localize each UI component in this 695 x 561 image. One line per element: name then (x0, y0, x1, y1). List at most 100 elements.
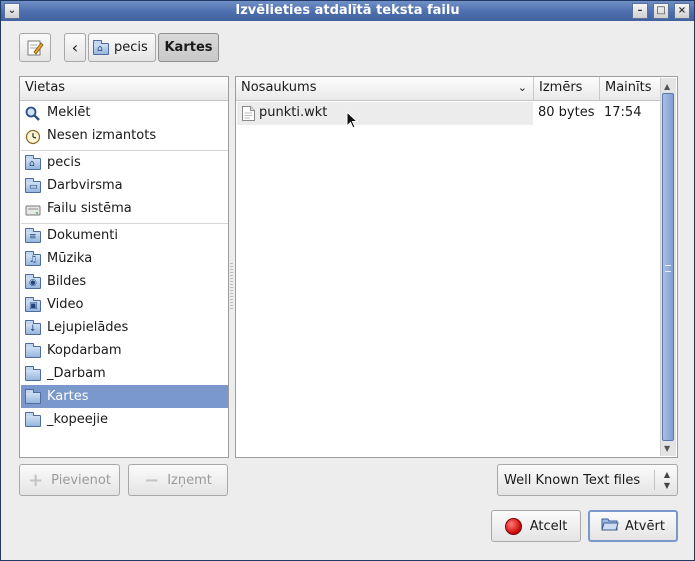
places-item-label: Bildes (47, 274, 87, 289)
places-item-label: Nesen izmantots (47, 128, 157, 143)
file-list: Nosaukums ⌄ Izmērs Mainīts punkti.wkt 80… (235, 76, 678, 458)
downloads-folder-icon: ↓ (25, 319, 41, 335)
column-header-name-label: Nosaukums (241, 80, 317, 95)
file-list-scrollbar[interactable]: ▲ ▼ (660, 78, 676, 456)
column-header-size[interactable]: Izmērs (534, 77, 600, 101)
places-header-label: Vietas (25, 80, 66, 95)
places-item-recent[interactable]: Nesen izmantots (21, 124, 228, 147)
places-item-video[interactable]: ▣ Video (21, 293, 228, 316)
places-item-home[interactable]: ⌂ pecis (21, 151, 228, 174)
column-header-modified-label: Mainīts (605, 80, 652, 95)
text-file-icon (242, 106, 255, 125)
documents-folder-icon: ≡ (25, 227, 41, 243)
places-item-music[interactable]: ♫ Mūzika (21, 247, 228, 270)
cancel-icon (504, 517, 522, 535)
chevron-down-icon: ⌄ (517, 81, 527, 94)
places-item-label: Meklēt (47, 105, 91, 120)
cancel-button[interactable]: Atcelt (491, 510, 581, 542)
window-menu-button[interactable]: ⌄ (4, 3, 20, 19)
places-item-bookmark[interactable]: Kopdarbam (21, 339, 228, 362)
places-item-label: _kopeejie (47, 412, 108, 427)
open-folder-icon (601, 516, 619, 536)
open-button-label: Atvērt (625, 518, 665, 534)
file-name-cell: punkti.wkt (237, 102, 533, 125)
places-item-label: _Darbam (47, 366, 106, 381)
places-sidebar: Vietas Meklēt Nesen izmantots ⌂ pecis ▭ … (19, 76, 229, 458)
path-button-home[interactable]: ⌂ pecis (88, 33, 156, 62)
places-item-documents[interactable]: ≡ Dokumenti (21, 224, 228, 247)
places-item-label: Darbvirsma (47, 178, 123, 193)
folder-icon (25, 365, 41, 381)
close-button[interactable]: × (674, 3, 690, 19)
places-item-downloads[interactable]: ↓ Lejupielādes (21, 316, 228, 339)
scroll-down-arrow-icon[interactable]: ▼ (664, 444, 670, 453)
places-item-bookmark[interactable]: _Darbam (21, 362, 228, 385)
mouse-pointer-icon (346, 111, 358, 129)
music-folder-icon: ♫ (25, 250, 41, 266)
folder-icon (25, 388, 41, 404)
path-back-button[interactable]: ‹ (64, 33, 86, 62)
column-header-size-label: Izmērs (539, 80, 583, 95)
open-button[interactable]: Atvērt (588, 510, 678, 542)
home-folder-icon: ⌂ (25, 154, 41, 170)
places-item-filesystem[interactable]: Failu sistēma (21, 197, 228, 220)
title-bar[interactable]: ⌄ Izvēlieties atdalītā teksta failu – □ … (1, 1, 694, 21)
pictures-folder-icon: ◉ (25, 273, 41, 289)
video-folder-icon: ▣ (25, 296, 41, 312)
places-item-bookmark[interactable]: _kopeejie (21, 408, 228, 431)
places-item-label: Kartes (47, 389, 89, 404)
minus-icon: − (144, 469, 160, 491)
places-item-label: Kopdarbam (47, 343, 122, 358)
chevron-left-icon: ‹ (71, 38, 79, 57)
file-filter-value: Well Known Text files (504, 472, 641, 488)
column-header-name[interactable]: Nosaukums ⌄ (236, 77, 534, 101)
places-item-label: Mūzika (47, 251, 93, 266)
table-row[interactable]: punkti.wkt 80 bytes 17:54 (237, 102, 662, 125)
file-filter-select[interactable]: Well Known Text files ▲ ▼ (497, 464, 678, 496)
clock-icon (25, 129, 41, 144)
places-item-selected[interactable]: Kartes (21, 385, 228, 408)
edit-pencil-icon (27, 40, 44, 55)
home-folder-icon: ⌂ (93, 39, 109, 55)
places-item-search[interactable]: Meklēt (21, 101, 228, 124)
desktop-folder-icon: ▭ (25, 177, 41, 193)
minimize-icon: – (637, 5, 643, 16)
pane-resize-grip[interactable] (230, 263, 233, 309)
places-item-pictures[interactable]: ◉ Bildes (21, 270, 228, 293)
maximize-icon: □ (656, 5, 666, 16)
type-location-button[interactable] (19, 33, 51, 62)
add-bookmark-button[interactable]: + Pievienot (19, 464, 120, 496)
add-bookmark-label: Pievienot (51, 472, 111, 488)
places-item-label: Dokumenti (47, 228, 118, 243)
drive-icon (25, 202, 41, 216)
minimize-button[interactable]: – (632, 3, 648, 19)
remove-bookmark-label: Izņemt (167, 472, 212, 488)
scroll-up-arrow-icon[interactable]: ▲ (664, 82, 670, 91)
plus-icon: + (28, 469, 44, 491)
search-icon (25, 106, 41, 121)
path-button-current-label: Kartes (164, 40, 213, 55)
places-item-label: pecis (47, 155, 81, 170)
updown-arrows-icon: ▲ ▼ (663, 470, 670, 490)
file-name: punkti.wkt (259, 105, 328, 120)
places-header[interactable]: Vietas (20, 77, 228, 101)
remove-bookmark-button[interactable]: − Izņemt (128, 464, 228, 496)
close-icon: × (677, 5, 687, 16)
maximize-button[interactable]: □ (653, 3, 669, 19)
file-modified: 17:54 (604, 105, 642, 120)
places-item-desktop[interactable]: ▭ Darbvirsma (21, 174, 228, 197)
path-button-home-label: pecis (114, 40, 148, 55)
cancel-button-label: Atcelt (529, 518, 568, 534)
places-item-label: Video (47, 297, 84, 312)
places-item-label: Lejupielādes (47, 320, 129, 335)
chevron-down-icon: ⌄ (7, 5, 17, 16)
column-header-modified[interactable]: Mainīts (600, 77, 662, 101)
scrollbar-thumb[interactable] (662, 93, 674, 441)
file-size: 80 bytes (538, 105, 595, 120)
folder-icon (25, 342, 41, 358)
places-item-label: Failu sistēma (47, 201, 132, 216)
folder-icon (25, 411, 41, 427)
window-title: Izvēlieties atdalītā teksta failu (235, 3, 460, 18)
path-button-current[interactable]: Kartes (158, 33, 219, 62)
file-chooser-dialog: ⌄ Izvēlieties atdalītā teksta failu – □ … (0, 0, 695, 561)
